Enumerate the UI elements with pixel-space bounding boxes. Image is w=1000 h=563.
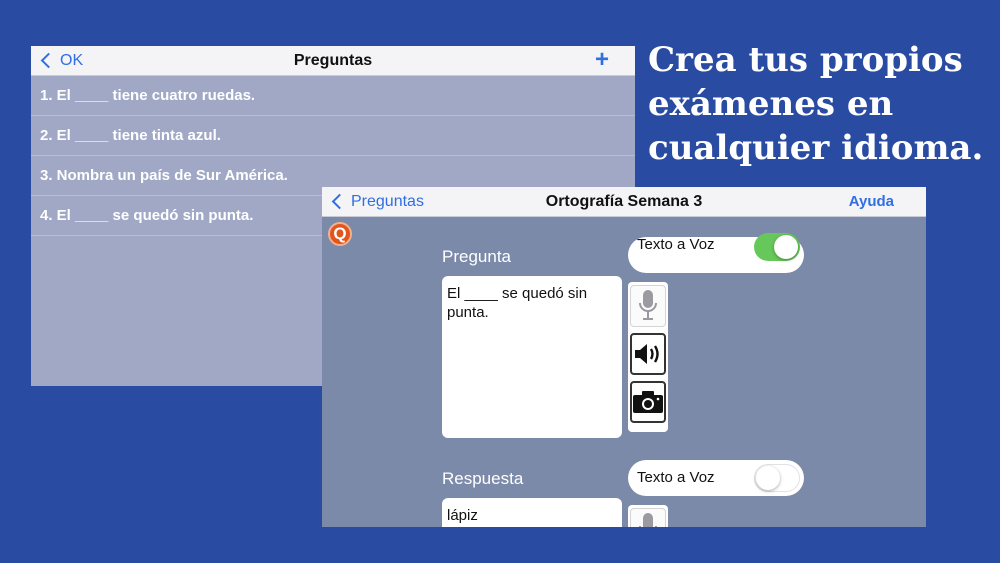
ok-back-label: OK [60, 51, 84, 69]
record-answer-audio-button[interactable] [630, 508, 666, 527]
question-tts-toggle[interactable] [754, 233, 800, 261]
question-row-4[interactable]: 4. El ____ se quedó sin punta. [31, 196, 322, 236]
answer-label: Respuesta [442, 469, 524, 488]
plus-icon: + [594, 46, 609, 73]
microphone-icon [639, 513, 657, 527]
question-text: 2. El ____ tiene tinta azul. [40, 127, 221, 144]
speaker-icon [635, 344, 659, 364]
answer-text-area[interactable]: lápiz [442, 498, 622, 527]
preguntas-back-label: Preguntas [351, 192, 424, 210]
microphone-icon [639, 290, 657, 320]
question-row-2[interactable]: 2. El ____ tiene tinta azul. [31, 116, 635, 156]
question-label: Pregunta [442, 247, 511, 266]
question-row-1[interactable]: 1. El ____ tiene cuatro ruedas. [31, 76, 635, 116]
toggle-knob [774, 235, 798, 259]
question-text: 4. El ____ se quedó sin punta. [40, 207, 254, 224]
record-audio-button[interactable] [630, 285, 666, 327]
answer-tts-toggle[interactable] [754, 464, 800, 492]
answer-tts-row: Texto a Voz [628, 460, 804, 496]
question-tts-label: Texto a Voz [637, 236, 715, 253]
ok-back-button[interactable]: OK [39, 46, 83, 75]
promo-headline: Crea tus propios exámenes en cualquier i… [648, 40, 984, 168]
preguntas-back-button[interactable]: Preguntas [330, 187, 424, 216]
question-editor-panel: Preguntas Ortografía Semana 3 Ayuda Q Te… [322, 187, 926, 527]
toggle-knob [756, 466, 780, 490]
camera-icon [633, 391, 663, 413]
play-audio-button[interactable] [630, 333, 666, 375]
help-button[interactable]: Ayuda [849, 187, 894, 216]
add-photo-button[interactable] [630, 381, 666, 423]
answer-media-toolbar [628, 505, 668, 527]
app-logo-icon: Q [328, 222, 352, 246]
add-question-button[interactable]: + [595, 46, 609, 75]
list-title: Preguntas [293, 52, 373, 69]
question-media-toolbar [628, 282, 668, 432]
answer-tts-label: Texto a Voz [637, 469, 715, 486]
question-text: 3. Nombra un país de Sur América. [40, 167, 288, 184]
chevron-left-icon [331, 193, 348, 210]
list-nav-bar: OK Preguntas + [31, 46, 635, 76]
chevron-left-icon [40, 52, 57, 69]
editor-nav-bar: Preguntas Ortografía Semana 3 Ayuda [322, 187, 926, 217]
question-text: 1. El ____ tiene cuatro ruedas. [40, 87, 256, 104]
question-tts-row: Texto a Voz [628, 233, 804, 273]
question-text-area[interactable]: El ____ se quedó sin punta. [442, 276, 622, 438]
